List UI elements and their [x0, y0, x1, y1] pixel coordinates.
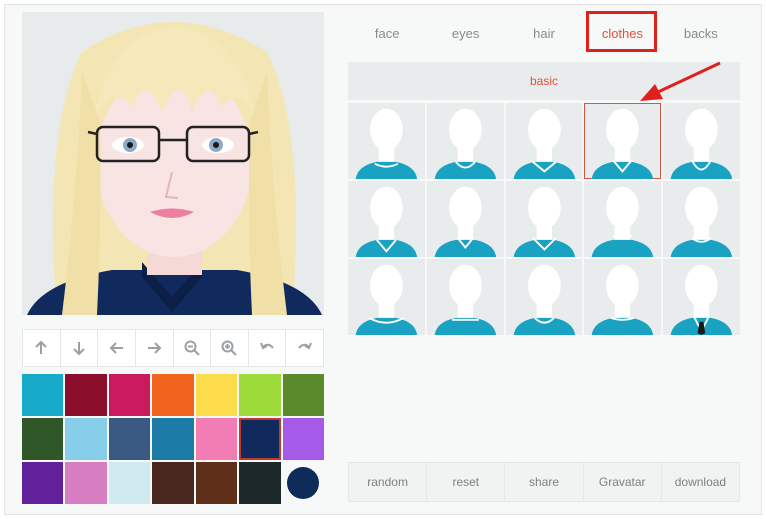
- avatar-preview: [22, 12, 324, 315]
- random-button[interactable]: random: [349, 463, 428, 501]
- undo-icon: [260, 342, 274, 350]
- clothes-thumbnail: [434, 186, 496, 257]
- clothes-thumbnail: [670, 108, 733, 179]
- avatar-illustration: [27, 22, 322, 315]
- category-tabs: face eyes hair clothes backs: [348, 14, 740, 52]
- color-swatch[interactable]: [239, 462, 281, 504]
- arrow-right-icon: [148, 342, 162, 354]
- avatar-toolbar: [22, 329, 324, 367]
- color-palette: [22, 374, 324, 504]
- clothes-option[interactable]: [426, 181, 504, 257]
- clothes-thumbnail: [592, 264, 654, 335]
- zoom-in-button[interactable]: [211, 330, 249, 366]
- arrow-up-icon: [35, 340, 48, 354]
- color-swatch[interactable]: [195, 374, 238, 416]
- current-color-dot: [287, 467, 320, 499]
- color-swatch[interactable]: [239, 374, 281, 416]
- clothes-option[interactable]: [505, 259, 583, 335]
- clothes-tab-highlight: [586, 11, 657, 52]
- clothes-thumbnail: [670, 264, 733, 335]
- clothes-option[interactable]: [663, 103, 740, 179]
- download-button[interactable]: download: [662, 463, 739, 501]
- zoom-in-icon: [221, 340, 238, 356]
- clothes-option[interactable]: [663, 259, 740, 335]
- color-swatch[interactable]: [195, 462, 238, 504]
- clothes-option[interactable]: [584, 259, 662, 335]
- clothes-thumbnail: [434, 108, 496, 179]
- section-header: basic: [348, 62, 740, 100]
- color-swatch[interactable]: [65, 418, 107, 460]
- clothes-thumbnail: [355, 186, 418, 257]
- arrow-down-icon: [73, 342, 85, 356]
- color-swatch[interactable]: [22, 418, 64, 460]
- color-swatch[interactable]: [108, 374, 151, 416]
- color-swatch[interactable]: [152, 462, 194, 504]
- color-swatch[interactable]: [65, 462, 107, 504]
- share-button[interactable]: share: [505, 463, 584, 501]
- color-swatch[interactable]: [65, 374, 107, 416]
- move-left-button[interactable]: [98, 330, 136, 366]
- clothes-thumbnail: [592, 108, 654, 179]
- color-swatch[interactable]: [22, 462, 64, 504]
- color-swatch[interactable]: [195, 418, 238, 460]
- clothes-thumbnail: [434, 264, 496, 335]
- clothes-options-grid: [348, 103, 740, 335]
- color-swatch[interactable]: [152, 418, 194, 460]
- arrow-left-icon: [109, 342, 123, 354]
- section-label: basic: [529, 74, 558, 88]
- zoom-out-button[interactable]: [174, 330, 212, 366]
- current-color-indicator[interactable]: [283, 462, 324, 504]
- color-swatch[interactable]: [152, 374, 194, 416]
- color-swatch[interactable]: [108, 418, 151, 460]
- tab-eyes[interactable]: eyes: [426, 14, 504, 52]
- clothes-thumbnail: [513, 264, 575, 335]
- clothes-option[interactable]: [426, 103, 504, 179]
- move-right-button[interactable]: [136, 330, 174, 366]
- color-swatch[interactable]: [282, 374, 324, 416]
- clothes-option[interactable]: [348, 103, 425, 179]
- color-swatch[interactable]: [239, 418, 281, 460]
- action-bar: random reset share Gravatar download: [348, 462, 740, 502]
- clothes-thumbnail: [592, 186, 654, 257]
- undo-button[interactable]: [249, 330, 287, 366]
- tab-face[interactable]: face: [348, 14, 426, 52]
- redo-button[interactable]: [286, 330, 323, 366]
- clothes-option[interactable]: [348, 181, 425, 257]
- color-swatch[interactable]: [282, 418, 324, 460]
- clothes-option[interactable]: [348, 259, 425, 335]
- clothes-option[interactable]: [584, 181, 662, 257]
- color-swatch[interactable]: [22, 374, 64, 416]
- color-swatch[interactable]: [108, 462, 151, 504]
- clothes-option[interactable]: [505, 181, 583, 257]
- clothes-thumbnail: [513, 186, 575, 257]
- clothes-option[interactable]: [663, 181, 740, 257]
- clothes-thumbnail: [670, 186, 733, 257]
- clothes-thumbnail: [355, 264, 418, 335]
- move-down-button[interactable]: [61, 330, 99, 366]
- clothes-thumbnail: [355, 108, 418, 179]
- gravatar-button[interactable]: Gravatar: [584, 463, 662, 501]
- tab-backs[interactable]: backs: [662, 14, 740, 52]
- reset-button[interactable]: reset: [427, 463, 506, 501]
- move-up-button[interactable]: [23, 330, 61, 366]
- redo-icon: [297, 342, 312, 350]
- clothes-option[interactable]: [426, 259, 504, 335]
- zoom-out-icon: [184, 340, 200, 356]
- clothes-option[interactable]: [505, 103, 583, 179]
- clothes-option[interactable]: [584, 103, 662, 179]
- clothes-thumbnail: [513, 108, 575, 179]
- tab-hair[interactable]: hair: [505, 14, 583, 52]
